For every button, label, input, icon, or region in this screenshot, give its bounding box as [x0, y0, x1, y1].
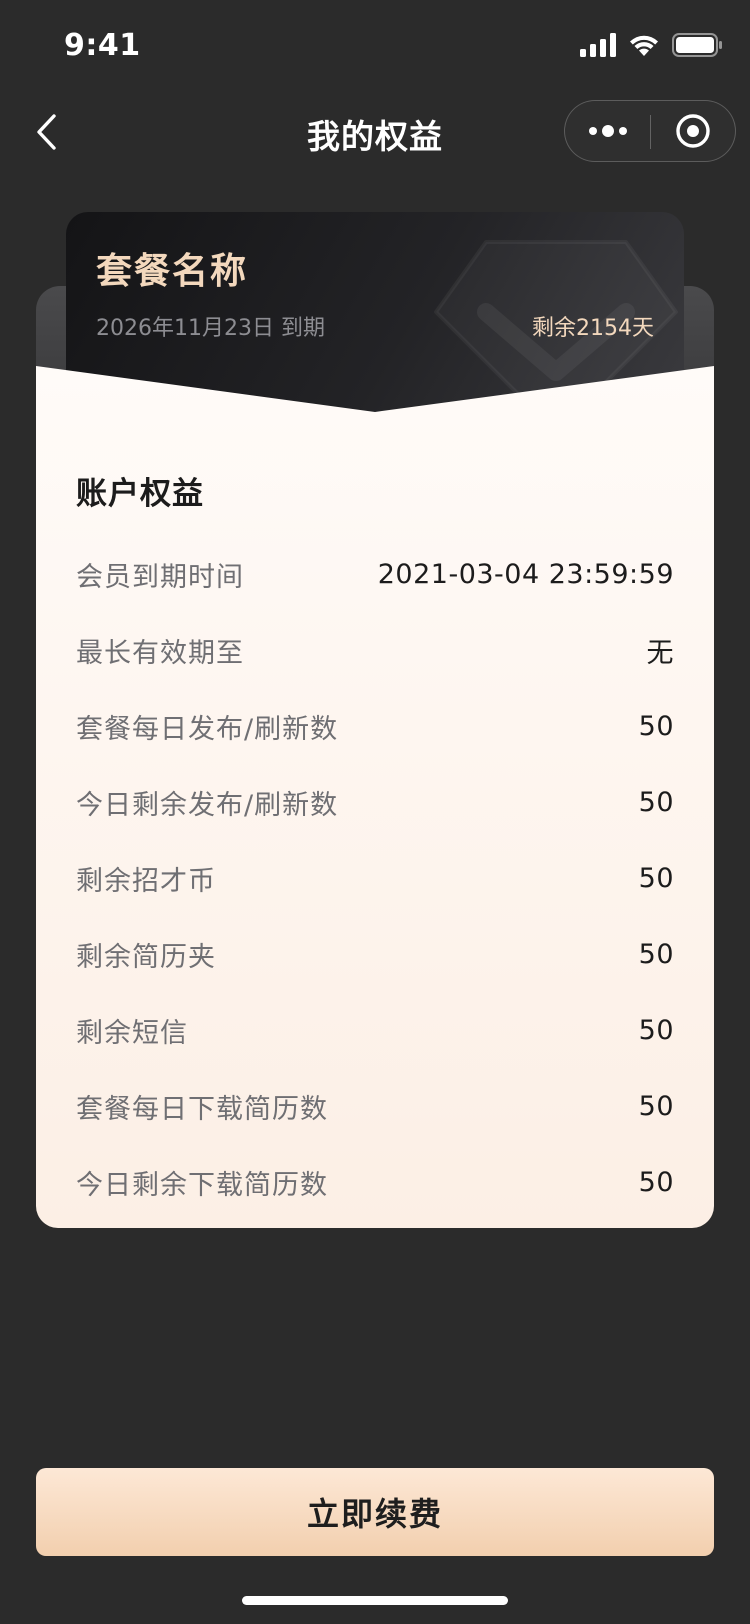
- rights-row: 剩余招才币 50: [76, 840, 674, 916]
- rights-title: 账户权益: [76, 476, 204, 512]
- rights-label: 套餐每日下载简历数: [76, 1093, 328, 1125]
- package-expire-date: 2026年11月23日 到期: [96, 316, 325, 341]
- close-button[interactable]: [651, 101, 735, 161]
- status-icons: [580, 32, 722, 58]
- rights-value: 50: [638, 1014, 674, 1046]
- rights-label: 剩余简历夹: [76, 941, 216, 973]
- rights-row: 剩余短信 50: [76, 992, 674, 1068]
- rights-row: 最长有效期至 无: [76, 612, 674, 688]
- wifi-icon: [630, 35, 658, 56]
- rights-label: 会员到期时间: [76, 561, 244, 593]
- rights-value: 50: [638, 938, 674, 970]
- rights-row: 今日剩余发布/刷新数 50: [76, 764, 674, 840]
- rights-value: 50: [638, 1166, 674, 1198]
- battery-icon: [672, 33, 722, 57]
- rights-value: 50: [638, 786, 674, 818]
- rights-label: 套餐每日发布/刷新数: [76, 713, 339, 745]
- package-remaining-days: 剩余2154天: [532, 316, 654, 341]
- close-target-icon: [676, 114, 710, 148]
- rights-row: 套餐每日发布/刷新数 50: [76, 688, 674, 764]
- rights-label: 今日剩余下载简历数: [76, 1169, 328, 1201]
- rights-row: 今日剩余下载简历数 50: [76, 1144, 674, 1220]
- nav-bar: 我的权益: [0, 88, 750, 176]
- rights-row: 套餐每日下载简历数 50: [76, 1068, 674, 1144]
- membership-card: 套餐名称 2026年11月23日 到期 剩余2154天: [66, 212, 684, 412]
- rights-row: 会员到期时间 2021-03-04 23:59:59: [76, 536, 674, 612]
- package-name: 套餐名称: [96, 251, 249, 292]
- rights-label: 今日剩余发布/刷新数: [76, 789, 339, 821]
- rights-value: 无: [646, 637, 674, 669]
- rights-row: 剩余简历夹 50: [76, 916, 674, 992]
- cellular-signal-icon: [580, 33, 616, 57]
- status-bar: 9:41: [0, 0, 750, 88]
- renew-button[interactable]: 立即续费: [36, 1468, 714, 1556]
- account-rights-panel: 账户权益 会员到期时间 2021-03-04 23:59:59 最长有效期至 无…: [36, 366, 714, 1228]
- rights-value: 50: [638, 710, 674, 742]
- rights-value: 50: [638, 1090, 674, 1122]
- rights-label: 最长有效期至: [76, 637, 244, 669]
- rights-label: 剩余短信: [76, 1017, 188, 1049]
- status-time: 9:41: [64, 28, 141, 63]
- home-indicator: [242, 1596, 508, 1605]
- more-dots-icon: [589, 125, 627, 137]
- rights-value: 2021-03-04 23:59:59: [377, 558, 674, 590]
- rights-list: 会员到期时间 2021-03-04 23:59:59 最长有效期至 无 套餐每日…: [76, 536, 674, 1220]
- rights-value: 50: [638, 862, 674, 894]
- rights-label: 剩余招才币: [76, 865, 216, 897]
- more-button[interactable]: [565, 101, 651, 161]
- mini-program-capsule: [564, 100, 736, 162]
